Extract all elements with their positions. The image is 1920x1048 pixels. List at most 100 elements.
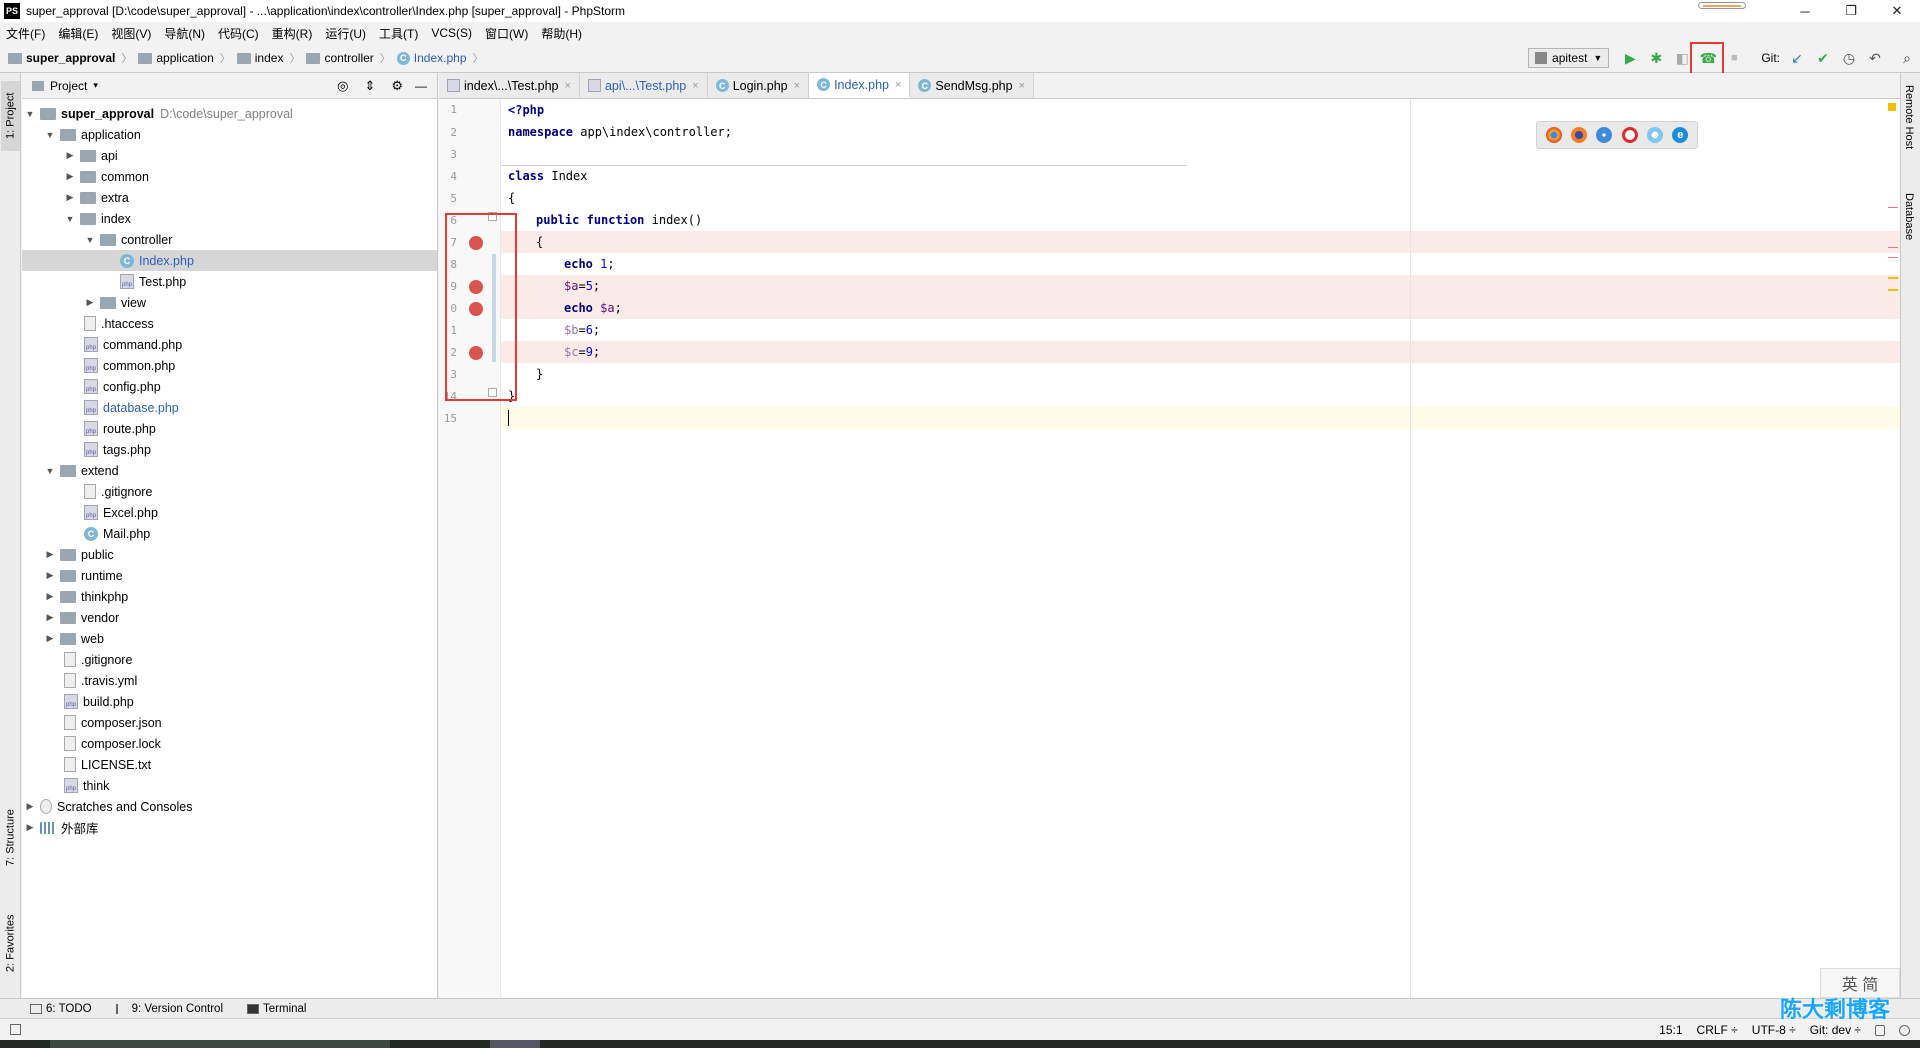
tab-index-test-php[interactable]: index\...\Test.php × [439,73,580,98]
tree-item-index-php[interactable]: C Index.php [22,250,437,271]
breadcrumb-controller[interactable]: controller [306,51,374,65]
vcs-commit-icon[interactable]: ✔ [1812,47,1834,69]
expand-arrow-icon[interactable]: ▼ [24,109,36,119]
chevron-down-icon[interactable]: ▾ [93,80,98,91]
cursor-position[interactable]: 15:1 [1659,1023,1682,1037]
tab-index-php[interactable]: C Index.php × [809,73,911,98]
collapse-arrow-icon[interactable]: ▶ [44,612,56,623]
tree-item-controller[interactable]: ▼ controller [22,229,437,250]
favorites-tool-tab[interactable]: 2: Favorites [1,903,20,983]
close-tab-icon[interactable]: × [565,80,571,92]
tab-sendmsg-php[interactable]: C SendMsg.php × [910,73,1034,98]
project-view-title[interactable]: Project [50,79,87,93]
tree-item-database-php[interactable]: php database.php [22,397,437,418]
tree-item-extend[interactable]: ▼ extend [22,460,437,481]
vcs-history-icon[interactable]: ◷ [1838,47,1860,69]
tree-item-tags-php[interactable]: php tags.php [22,439,437,460]
close-tab-icon[interactable]: × [895,79,901,91]
collapse-arrow-icon[interactable]: ▶ [44,633,56,644]
tree-item-common[interactable]: ▶ common [22,166,437,187]
tree-item-gitignore[interactable]: .gitignore [22,481,437,502]
tree-item-view[interactable]: ▶ view [22,292,437,313]
tree-item-vendor[interactable]: ▶ vendor [22,607,437,628]
collapse-arrow-icon[interactable]: ▶ [64,171,76,182]
collapse-arrow-icon[interactable]: ▶ [64,150,76,161]
close-tab-icon[interactable]: × [1019,80,1025,92]
opera-icon[interactable] [1621,127,1638,143]
project-tool-tab[interactable]: 1: Project [1,81,20,151]
collapse-arrow-icon[interactable]: ▶ [24,801,36,812]
close-button[interactable]: ✕ [1874,0,1920,22]
tree-item-scratches[interactable]: ▶ Scratches and Consoles [22,796,437,817]
close-tab-icon[interactable]: × [692,80,698,92]
maximize-button[interactable]: ❐ [1828,0,1874,22]
warning-indicator-icon[interactable] [1888,103,1896,111]
tree-item-build-php[interactable]: php build.php [22,691,437,712]
todo-tool-button[interactable]: 6: TODO [30,1003,92,1015]
tree-item-composer-lock[interactable]: composer.lock [22,733,437,754]
breadcrumb-file[interactable]: C Index.php [396,51,467,65]
chrome-icon[interactable] [1545,127,1562,143]
tree-item-config-php[interactable]: php config.php [22,376,437,397]
lock-icon[interactable] [1875,1024,1885,1036]
tree-item-excel-php[interactable]: php Excel.php [22,502,437,523]
tree-root[interactable]: ▼ super_approval D:\code\super_approval [22,103,437,124]
menu-help[interactable]: 帮助(H) [541,25,582,42]
gear-icon[interactable]: ⚙ [391,78,403,94]
tree-item-extra[interactable]: ▶ extra [22,187,437,208]
tree-item-think[interactable]: php think [22,775,437,796]
tree-item-index[interactable]: ▼ index [22,208,437,229]
menu-edit[interactable]: 编辑(E) [58,25,98,42]
git-branch[interactable]: Git: dev ÷ [1810,1023,1861,1037]
menu-run[interactable]: 运行(U) [325,25,366,42]
tab-api-test-php[interactable]: api\...\Test.php × [579,73,708,98]
tab-login-php[interactable]: C Login.php × [707,73,810,98]
status-toggle-icon[interactable] [10,1024,21,1035]
tree-item-license[interactable]: LICENSE.txt [22,754,437,775]
minimize-button[interactable]: ─ [1782,0,1828,22]
breadcrumb-project[interactable]: super_approval [8,51,115,65]
tree-item-root-gitignore[interactable]: .gitignore [22,649,437,670]
menu-vcs[interactable]: VCS(S) [431,26,472,40]
expand-arrow-icon[interactable]: ▼ [44,466,56,476]
line-separator[interactable]: CRLF ÷ [1697,1023,1738,1037]
safari-icon[interactable] [1596,127,1613,143]
collapse-arrow-icon[interactable]: ▶ [44,570,56,581]
locate-icon[interactable]: ◎ [337,78,348,94]
structure-tool-tab[interactable]: 7: Structure [1,798,20,878]
menu-navigate[interactable]: 导航(N) [164,25,205,42]
stop-icon[interactable]: ■ [1723,47,1745,69]
menu-tools[interactable]: 工具(T) [379,25,418,42]
hide-panel-icon[interactable]: — [415,79,427,93]
ie-icon[interactable] [1646,127,1663,143]
error-stripe[interactable] [1886,99,1900,998]
expand-arrow-icon[interactable]: ▼ [84,235,96,245]
edge-icon[interactable]: e [1672,127,1689,143]
collapse-arrow-icon[interactable]: ▶ [44,549,56,560]
tree-item-route-php[interactable]: php route.php [22,418,437,439]
tree-item-command-php[interactable]: php command.php [22,334,437,355]
code-editor[interactable]: <?php namespace app\index\controller; cl… [501,99,1900,998]
tree-item-htaccess[interactable]: .htaccess [22,313,437,334]
tree-item-thinkphp[interactable]: ▶ thinkphp [22,586,437,607]
tree-item-composer-json[interactable]: composer.json [22,712,437,733]
expand-arrow-icon[interactable]: ▼ [64,214,76,224]
expand-arrow-icon[interactable]: ▼ [44,130,56,140]
run-configuration-select[interactable]: apitest ▼ [1528,48,1610,68]
collapse-arrow-icon[interactable]: ▶ [64,192,76,203]
tree-item-common-php[interactable]: php common.php [22,355,437,376]
tree-item-external-libs[interactable]: ▶ 外部库 [22,817,437,838]
version-control-tool-button[interactable]: 9: Version Control [115,1003,223,1015]
tree-item-runtime[interactable]: ▶ runtime [22,565,437,586]
tree-item-application[interactable]: ▼ application [22,124,437,145]
search-icon[interactable]: ⌕ [1896,47,1918,69]
vcs-revert-icon[interactable]: ↶ [1864,47,1886,69]
menu-refactor[interactable]: 重构(R) [272,25,313,42]
tree-item-mail-php[interactable]: C Mail.php [22,523,437,544]
debug-icon[interactable]: ✱ [1645,47,1667,69]
tree-item-test-php[interactable]: php Test.php [22,271,437,292]
file-encoding[interactable]: UTF-8 ÷ [1752,1023,1796,1037]
menu-file[interactable]: 文件(F) [6,25,45,42]
database-tool-tab[interactable]: Database [1903,193,1915,240]
vcs-update-icon[interactable]: ↙ [1786,47,1808,69]
